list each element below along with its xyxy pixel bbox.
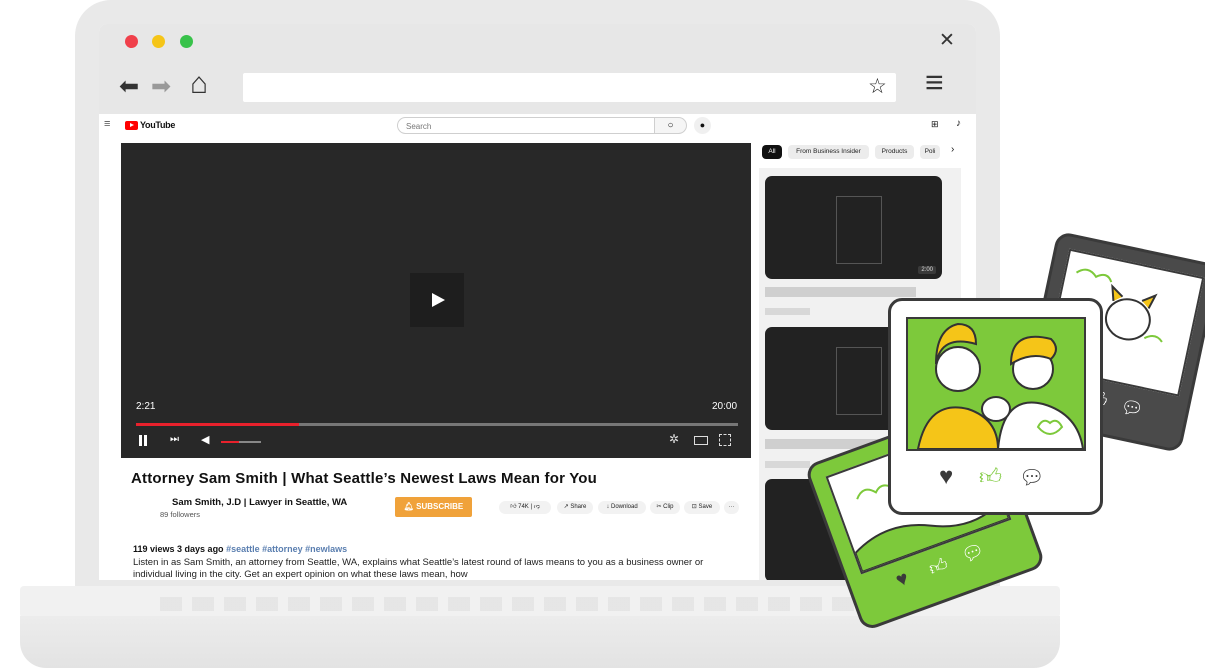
related-thumbnail[interactable]: 2:00 — [765, 176, 942, 279]
browser-chrome: ✕ ⬅ ➡ ⌂ ☆ ≡ — [99, 24, 976, 114]
current-time: 2:21 — [136, 401, 156, 412]
video-player[interactable]: 2:21 20:00 ⏭ ◀ ✲ — [121, 143, 751, 458]
microphone-icon[interactable]: ● — [694, 117, 711, 134]
total-time: 20:00 — [712, 401, 738, 412]
save-label: Save — [698, 504, 713, 510]
social-card-front: ♥ 👍︎ 💬︎ — [888, 298, 1103, 515]
thumbnail-placeholder — [836, 347, 882, 415]
more-actions-button[interactable]: ··· — [724, 501, 739, 514]
notifications-bell-icon[interactable]: ♪ — [956, 118, 961, 129]
hashtags[interactable]: #seattle #attorney #newlaws — [226, 544, 347, 554]
maximize-window-dot[interactable] — [180, 35, 193, 48]
next-icon[interactable]: ⏭ — [170, 434, 179, 445]
channel-name[interactable]: Sam Smith, J.D | Lawyer in Seattle, WA — [172, 497, 347, 508]
chip-from-business-insider[interactable]: From Business Insider — [788, 145, 869, 159]
video-title: Attorney Sam Smith | What Seattle’s Newe… — [131, 470, 598, 487]
volume-icon[interactable]: ◀ — [201, 433, 209, 446]
forward-arrow-icon[interactable]: ➡ — [151, 75, 171, 99]
fullscreen-icon[interactable] — [719, 434, 731, 446]
chip-all[interactable]: All — [762, 145, 782, 159]
back-arrow-icon[interactable]: ⬅ — [119, 75, 139, 99]
guide-menu-icon[interactable]: ≡ — [104, 118, 110, 130]
address-bar[interactable]: ☆ — [243, 73, 896, 102]
follower-count: 89 followers — [160, 510, 201, 519]
create-video-icon[interactable]: ⊞ — [931, 119, 939, 130]
theater-mode-icon[interactable] — [694, 436, 708, 445]
minimize-window-dot[interactable] — [152, 35, 165, 48]
heart-icon: ♥ — [892, 567, 912, 592]
youtube-logo-icon — [125, 121, 138, 130]
search-icon: ○ — [667, 120, 674, 131]
thumbs-up-icon: 👍︎ — [979, 464, 1002, 489]
thumbs-up-icon: 👍︎ — [926, 553, 951, 580]
home-icon[interactable]: ⌂ — [190, 69, 208, 99]
download-label: Download — [610, 504, 638, 510]
search-button[interactable]: ○ — [655, 117, 687, 134]
video-stats: 119 views 3 days ago #seattle #attorney … — [133, 544, 347, 554]
heart-icon: ♥ — [939, 463, 954, 490]
comment-icon: 💬︎ — [958, 539, 988, 567]
video-duration: 2:00 — [918, 266, 936, 274]
clip-button[interactable]: ✂ Clip — [650, 501, 680, 514]
share-label: Share — [570, 504, 587, 510]
download-button[interactable]: ↓ Download — [598, 501, 646, 514]
subscribe-label: SUBSCRIBE — [416, 502, 464, 511]
related-meta-placeholder — [765, 308, 810, 315]
couple-illustration — [906, 317, 1086, 451]
view-count-date: 119 views 3 days ago — [133, 544, 224, 554]
hamburger-menu-icon[interactable]: ≡ — [925, 66, 944, 98]
chevron-right-icon[interactable]: › — [951, 144, 954, 155]
comment-icon: 💬︎ — [1019, 467, 1045, 489]
laptop-base — [20, 616, 1060, 668]
chip-products[interactable]: Products — [875, 145, 914, 159]
search-input[interactable]: Search — [397, 117, 655, 134]
bookmark-star-icon[interactable]: ☆ — [868, 74, 887, 99]
bell-icon: 🔔︎ — [403, 502, 417, 511]
share-button[interactable]: ↗ Share — [557, 501, 593, 514]
save-button[interactable]: ⊡ Save — [684, 501, 720, 514]
settings-gear-icon[interactable]: ✲ — [669, 432, 679, 446]
close-icon[interactable]: ✕ — [939, 29, 955, 52]
thumbnail-placeholder — [836, 196, 882, 264]
subscribe-button[interactable]: 🔔︎ SUBSCRIBE — [395, 497, 472, 517]
like-count: 74K — [518, 504, 529, 510]
comment-icon: 💬︎ — [1118, 395, 1146, 421]
progress-bar-fill — [136, 423, 299, 426]
related-meta-placeholder — [765, 461, 810, 468]
related-title-placeholder — [765, 287, 916, 297]
video-description: Listen in as Sam Smith, an attorney from… — [133, 557, 704, 580]
close-window-dot[interactable] — [125, 35, 138, 48]
chip-politics[interactable]: Poli — [920, 145, 940, 159]
clip-label: Clip — [663, 504, 674, 510]
couple-drawing-icon — [916, 322, 1084, 449]
laptop-keyboard — [160, 597, 920, 611]
play-icon[interactable] — [410, 273, 464, 327]
pause-icon[interactable] — [139, 435, 142, 446]
youtube-logo-text: YouTube — [140, 120, 176, 130]
volume-slider-fill — [221, 441, 239, 443]
like-dislike-button[interactable]: 👍︎ 74K | 👎︎ — [499, 501, 551, 514]
